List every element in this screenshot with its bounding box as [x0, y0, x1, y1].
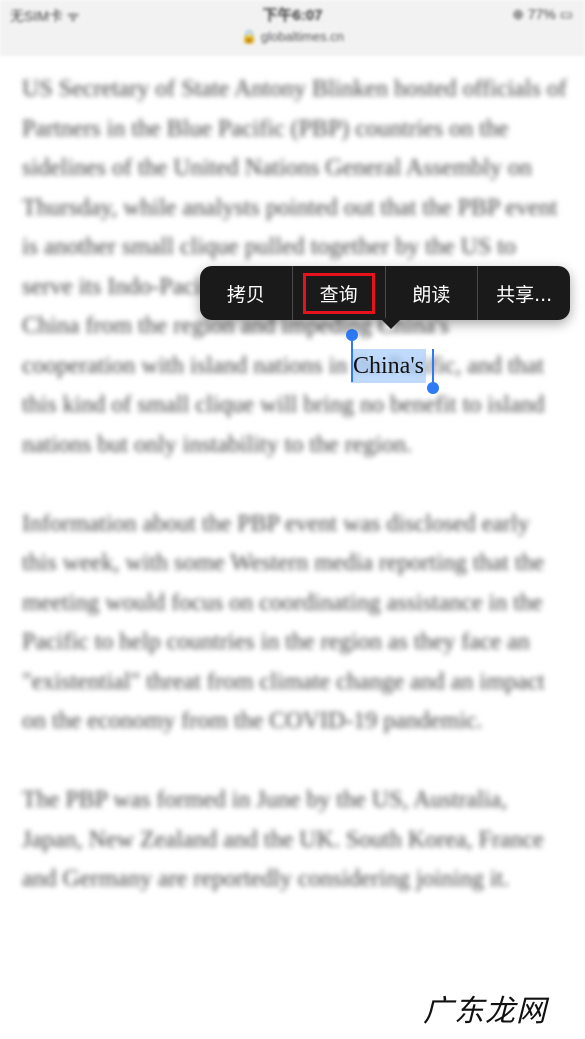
lookup-menu-item[interactable]: 查询	[291, 266, 385, 320]
selection-start-handle[interactable]	[346, 329, 358, 341]
lookup-label: 查询	[302, 272, 375, 314]
screen: 无SIM卡 ᯤ 下午6:07 🔒 globaltimes.cn ⊕ 77% ▭ …	[0, 0, 585, 1039]
copy-menu-item[interactable]: 拷贝	[200, 266, 292, 320]
article-body: US Secretary of State Antony Blinken hos…	[22, 70, 567, 939]
status-bar: 无SIM卡 ᯤ 下午6:07 🔒 globaltimes.cn ⊕ 77% ▭	[0, 0, 585, 56]
menu-pointer-arrow	[380, 318, 402, 329]
address-bar-url[interactable]: 🔒 globaltimes.cn	[0, 29, 585, 45]
selection-start-bar	[351, 340, 353, 382]
speak-menu-item[interactable]: 朗读	[384, 266, 478, 320]
speak-label: 朗读	[412, 283, 451, 306]
article-paragraph: Information about the PBP event was disc…	[22, 510, 545, 735]
text-context-menu: 拷贝 查询 朗读 共享...	[200, 266, 570, 320]
status-time: 下午6:07	[262, 7, 323, 24]
article-paragraph: The PBP was formed in June by the US, Au…	[22, 787, 544, 892]
share-menu-item[interactable]: 共享...	[477, 266, 570, 320]
copy-label: 拷贝	[226, 283, 265, 306]
battery-status: ⊕ 77% ▭	[512, 6, 573, 22]
watermark-logo: 广东龙网	[423, 994, 547, 1029]
selected-text[interactable]: China's	[351, 349, 426, 383]
selection-end-handle[interactable]	[427, 382, 439, 394]
share-label: 共享...	[496, 283, 553, 306]
